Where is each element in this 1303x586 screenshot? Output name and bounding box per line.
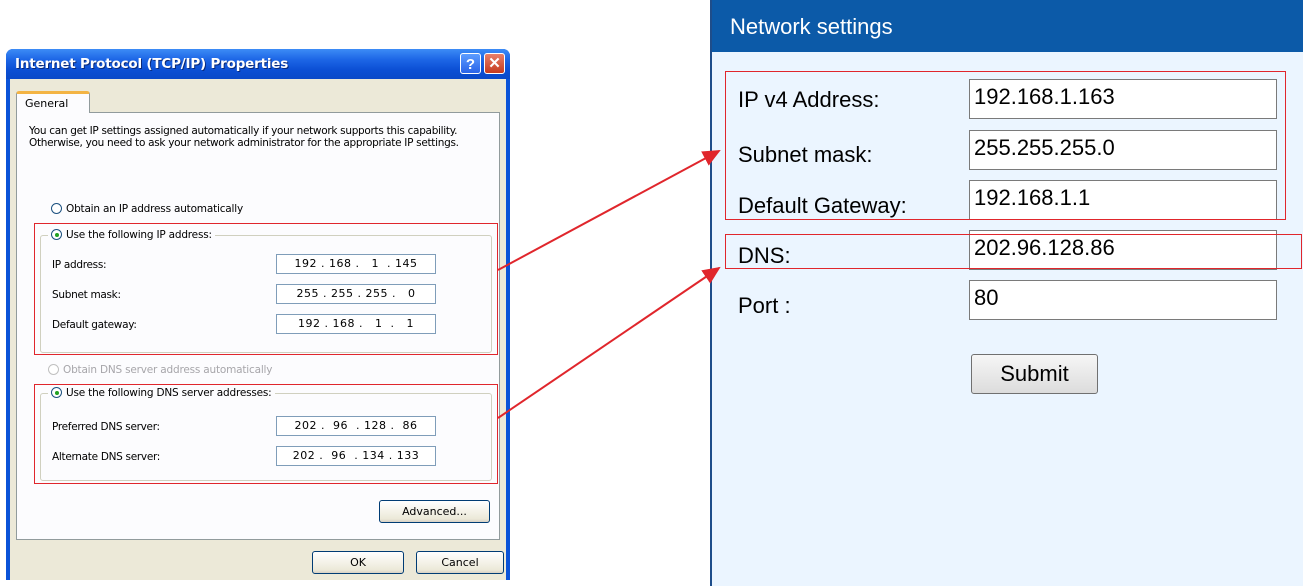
- network-settings-title: Network settings: [730, 14, 893, 39]
- tab-general[interactable]: General: [16, 91, 90, 113]
- dialog-titlebar: Internet Protocol (TCP/IP) Properties ? …: [6, 49, 510, 79]
- dns-highlight-box-right: [725, 234, 1302, 269]
- radio-obtain-ip-label: Obtain an IP address automatically: [66, 203, 243, 215]
- intro-text: You can get IP settings assigned automat…: [29, 125, 459, 149]
- ip-connector-arrow: [497, 150, 721, 271]
- submit-button[interactable]: Submit: [971, 354, 1098, 394]
- dns-highlight-box: [34, 384, 498, 484]
- ok-button[interactable]: OK: [312, 551, 404, 574]
- ip-highlight-box: [34, 223, 498, 355]
- radio-obtain-dns-label: Obtain DNS server address automatically: [63, 364, 273, 376]
- port-label: Port :: [738, 293, 791, 318]
- help-icon[interactable]: ?: [460, 53, 481, 74]
- radio-obtain-ip-circle[interactable]: [51, 203, 62, 214]
- radio-obtain-ip[interactable]: Obtain an IP address automatically: [51, 203, 243, 215]
- tab-general-label: General: [25, 97, 69, 110]
- radio-obtain-dns-circle[interactable]: [48, 364, 59, 375]
- cancel-button[interactable]: Cancel: [416, 551, 504, 574]
- close-icon[interactable]: ✕: [484, 53, 505, 74]
- radio-obtain-dns[interactable]: Obtain DNS server address automatically: [48, 364, 272, 376]
- port-input[interactable]: 80: [969, 280, 1277, 320]
- advanced-button[interactable]: Advanced...: [379, 500, 490, 523]
- dns-connector-arrow: [497, 266, 721, 419]
- dialog-title: Internet Protocol (TCP/IP) Properties: [15, 56, 289, 72]
- ip-settings-highlight-box: [725, 71, 1286, 220]
